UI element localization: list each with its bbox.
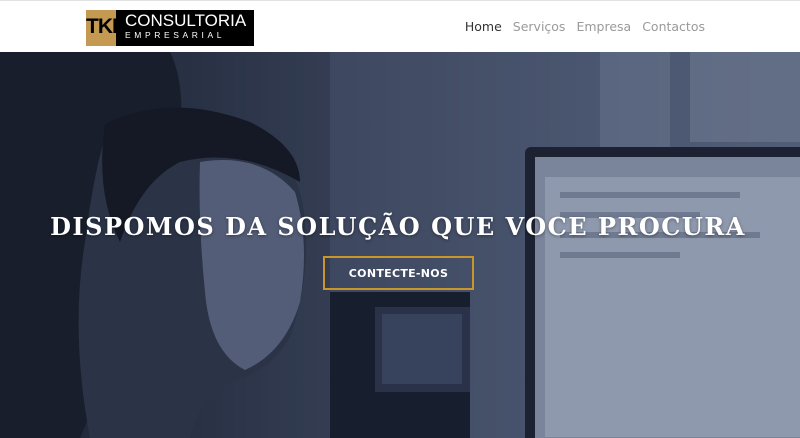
contact-us-button[interactable]: CONTECTE-NOS bbox=[323, 256, 474, 290]
site-header: TKI CONSULTORIA EMPRESARIAL Home Serviço… bbox=[0, 0, 800, 52]
brand-logo[interactable]: TKI CONSULTORIA EMPRESARIAL bbox=[86, 10, 254, 46]
logo-title: CONSULTORIA bbox=[125, 11, 247, 30]
logo-subtitle: EMPRESARIAL bbox=[125, 30, 226, 40]
logo-mark: TKI bbox=[86, 10, 118, 46]
logo-text: CONSULTORIA EMPRESARIAL bbox=[118, 10, 254, 46]
hero-overlay bbox=[0, 52, 800, 438]
main-nav: Home Serviços Empresa Contactos bbox=[465, 19, 705, 34]
hero-banner: DISPOMOS DA SOLUÇÃO QUE VOCE PROCURA CON… bbox=[0, 52, 800, 438]
nav-item-servicos[interactable]: Serviços bbox=[513, 19, 566, 34]
nav-item-contactos[interactable]: Contactos bbox=[642, 19, 705, 34]
nav-item-empresa[interactable]: Empresa bbox=[576, 19, 631, 34]
hero-title: DISPOMOS DA SOLUÇÃO QUE VOCE PROCURA bbox=[50, 212, 746, 241]
nav-item-home[interactable]: Home bbox=[465, 19, 502, 34]
